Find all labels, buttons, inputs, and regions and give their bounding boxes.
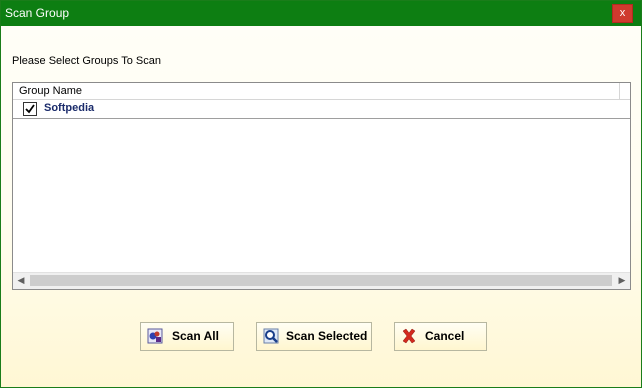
column-header-label: Group Name: [19, 85, 82, 97]
scroll-left-icon[interactable]: ◀: [13, 273, 29, 289]
magnifier-icon: [263, 328, 279, 344]
group-checkbox[interactable]: [23, 102, 37, 116]
window-title: Scan Group: [5, 6, 70, 20]
scan-all-button[interactable]: Scan All: [140, 322, 234, 351]
cancel-label: Cancel: [425, 329, 465, 343]
column-header-group-name[interactable]: Group Name: [13, 83, 630, 100]
scan-all-icon: [147, 328, 163, 344]
scan-selected-label: Scan Selected: [286, 329, 368, 343]
cancel-x-icon: [402, 328, 416, 344]
cancel-button[interactable]: Cancel: [394, 322, 487, 351]
group-name: Softpedia: [44, 102, 95, 114]
scan-group-dialog: Scan Group x Please Select Groups To Sca…: [0, 0, 642, 388]
close-button[interactable]: x: [612, 4, 633, 23]
scrollbar-thumb[interactable]: [30, 275, 612, 286]
scroll-right-icon[interactable]: ▶: [614, 273, 630, 289]
list-item[interactable]: Softpedia: [13, 100, 630, 119]
horizontal-scrollbar[interactable]: ◀ ▶: [13, 272, 630, 289]
scan-selected-button[interactable]: Scan Selected: [256, 322, 372, 351]
instruction-label: Please Select Groups To Scan: [12, 55, 161, 67]
checkmark-icon: [25, 104, 35, 114]
groups-list[interactable]: Group Name Softpedia ◀ ▶: [12, 82, 631, 290]
title-bar[interactable]: Scan Group x: [1, 1, 641, 26]
column-divider[interactable]: [619, 83, 620, 99]
scan-all-label: Scan All: [172, 329, 219, 343]
